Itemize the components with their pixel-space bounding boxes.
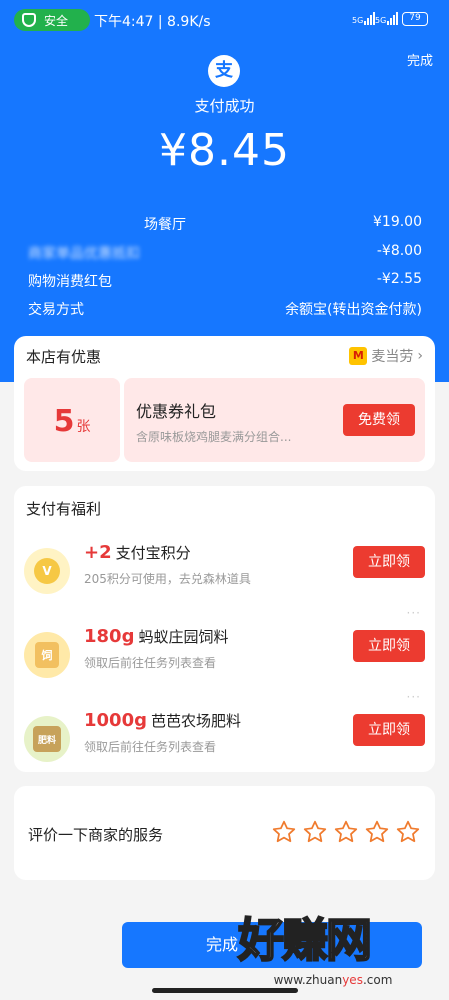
detail-value: -¥8.00	[376, 243, 422, 259]
detail-row-redpacket: 购物消费红包 -¥2.55	[28, 271, 422, 291]
detail-value: 余额宝(转出资金付款)	[285, 302, 422, 318]
signal-icon: 5G	[375, 11, 399, 25]
coupon-count-number: 5	[53, 404, 75, 439]
star-icon[interactable]	[364, 819, 390, 845]
safe-badge[interactable]: 安全	[14, 9, 90, 31]
home-indicator[interactable]	[152, 988, 298, 993]
benefits-card: 支付有福利 V +2 支付宝积分 205积分可使用，去兑森林道具 立即领 ··· …	[14, 486, 435, 772]
done-link-top[interactable]: 完成	[407, 50, 433, 69]
payment-amount: ¥8.45	[159, 125, 290, 176]
detail-value: ¥19.00	[373, 214, 422, 230]
signal-icon: 5G	[352, 11, 376, 25]
rating-card: 评价一下商家的服务	[14, 786, 435, 880]
watermark-logo: 好赚网	[237, 912, 373, 968]
claim-fertilizer-button[interactable]: 立即领	[353, 714, 425, 746]
coupon-subtitle: 含原味板烧鸡腿麦满分组合...	[136, 430, 292, 444]
free-claim-button[interactable]: 免费领	[343, 404, 415, 436]
benefit-item-feed: 饲 180g 蚂蚁庄园饲料 领取后前往任务列表查看 立即领	[14, 622, 435, 692]
claim-feed-button[interactable]: 立即领	[353, 630, 425, 662]
status-time: 下午4:47 | 8.9K/s	[94, 14, 211, 30]
battery-icon: 79	[402, 12, 428, 26]
detail-label: 购物消费红包	[28, 274, 112, 290]
detail-label: 商家单品优惠抵扣	[28, 246, 140, 262]
more-dots-icon[interactable]: ···	[407, 606, 421, 620]
store-offer-heading: 本店有优惠	[26, 348, 102, 366]
detail-row-discount: 商家单品优惠抵扣 -¥8.00	[28, 243, 422, 263]
coupon-count: 5 张	[24, 378, 120, 462]
benefit-title: 1000g 芭芭农场肥料	[84, 710, 241, 731]
feed-bag-icon: 饲	[24, 632, 70, 678]
brand-name: 麦当劳	[371, 349, 414, 365]
benefit-subtitle: 205积分可使用，去兑森林道具	[84, 572, 251, 586]
store-offer-card: 本店有优惠 M 麦当劳 › 5 张 优惠券礼包 含原味板烧鸡腿麦满分组合... …	[14, 336, 435, 471]
star-icon[interactable]	[333, 819, 359, 845]
benefit-item-fertilizer: 肥料 1000g 芭芭农场肥料 领取后前往任务列表查看 立即领	[14, 706, 435, 776]
benefit-title: 180g 蚂蚁庄园饲料	[84, 626, 229, 647]
brand-link[interactable]: M 麦当劳 ›	[349, 346, 423, 366]
shield-icon	[22, 13, 36, 27]
points-coin-icon: V	[24, 548, 70, 594]
watermark-url: www.zhuanyes.com	[238, 970, 428, 990]
detail-label: 交易方式	[28, 302, 84, 318]
claim-points-button[interactable]: 立即领	[353, 546, 425, 578]
coupon-info[interactable]: 优惠券礼包 含原味板烧鸡腿麦满分组合... 免费领	[124, 378, 425, 462]
star-icon[interactable]	[302, 819, 328, 845]
benefit-item-points: V +2 支付宝积分 205积分可使用，去兑森林道具 立即领	[14, 538, 435, 608]
benefit-subtitle: 领取后前往任务列表查看	[84, 656, 217, 670]
benefit-subtitle: 领取后前往任务列表查看	[84, 740, 217, 754]
detail-row-method: 交易方式 余额宝(转出资金付款)	[28, 299, 422, 319]
benefit-title: +2 支付宝积分	[84, 542, 191, 563]
rating-label: 评价一下商家的服务	[28, 826, 164, 844]
fertilizer-bag-icon: 肥料	[24, 716, 70, 762]
status-bar: 安全 下午4:47 | 8.9K/s 5G 5G 79	[0, 0, 449, 40]
star-icon[interactable]	[271, 819, 297, 845]
more-dots-icon[interactable]: ···	[407, 690, 421, 704]
rating-stars	[271, 819, 421, 845]
benefits-heading: 支付有福利	[26, 500, 102, 518]
coupon-title: 优惠券礼包	[136, 402, 217, 421]
detail-value: -¥2.55	[376, 271, 422, 287]
chevron-right-icon: ›	[417, 348, 423, 364]
star-icon[interactable]	[395, 819, 421, 845]
payment-status-title: 支付成功	[194, 97, 255, 115]
coupon-count-unit: 张	[76, 419, 91, 435]
safe-label: 安全	[44, 13, 69, 28]
detail-row-merchant: 场餐厅 ¥19.00	[28, 214, 422, 234]
watermark: 好赚网 www.zhuanyes.com	[237, 904, 438, 994]
detail-label: 场餐厅	[144, 217, 186, 233]
alipay-logo-icon: 支	[208, 55, 240, 87]
mcdonalds-logo-icon: M	[349, 347, 368, 365]
